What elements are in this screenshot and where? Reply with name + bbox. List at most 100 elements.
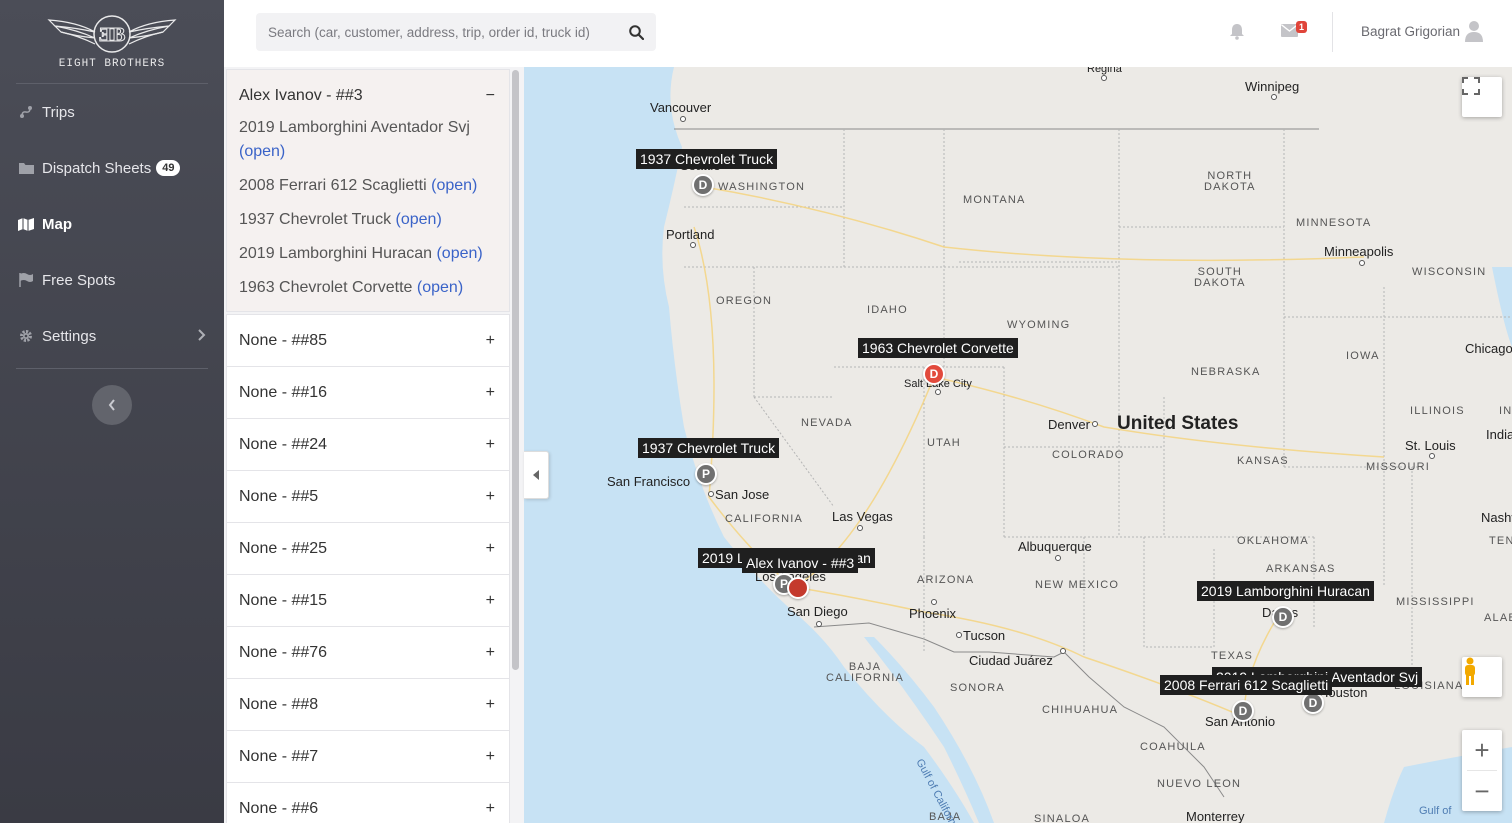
trip-group[interactable]: None - ##76 +: [226, 626, 510, 679]
sidebar-item-map[interactable]: Map: [0, 196, 224, 252]
trip-group[interactable]: None - ##8 +: [226, 678, 510, 731]
map-label: ARKANSAS: [1266, 563, 1336, 575]
city-label: San Jose: [715, 487, 770, 502]
expand-group-toggle[interactable]: +: [486, 488, 495, 506]
fullscreen-icon: [1462, 77, 1480, 95]
delivery-marker[interactable]: D: [1302, 692, 1324, 714]
open-car-link[interactable]: (open): [431, 177, 477, 194]
map-label: IOWA: [1346, 350, 1380, 362]
map-label: CHIHUAHUA: [1042, 704, 1119, 716]
car-item: 1937 Chevrolet Truck (open): [239, 211, 442, 228]
chevron-right-icon: [198, 328, 206, 344]
sidebar-item-dispatch-sheets[interactable]: Dispatch Sheets 49: [0, 140, 224, 196]
collapse-group-toggle[interactable]: −: [486, 87, 495, 105]
city-dot: [1101, 75, 1107, 81]
map-label: TENN: [1489, 535, 1512, 547]
map-label: KANSAS: [1237, 455, 1289, 467]
sidebar-item-free-spots[interactable]: Free Spots: [0, 252, 224, 308]
trip-group[interactable]: None - ##5 +: [226, 470, 510, 523]
expand-group-toggle[interactable]: +: [486, 644, 495, 662]
trip-group[interactable]: None - ##7 +: [226, 730, 510, 783]
map-label: ALAB: [1484, 612, 1512, 624]
map-tooltip: 1937 Chevrolet Truck: [636, 149, 778, 169]
city-label: Albuquerque: [1018, 539, 1092, 554]
delivery-marker[interactable]: D: [1272, 606, 1294, 628]
trip-group-title: None - ##24: [239, 435, 328, 453]
sidebar-item-trips[interactable]: Trips: [0, 84, 224, 140]
search-icon[interactable]: [616, 24, 656, 40]
expand-group-toggle[interactable]: +: [486, 592, 495, 610]
city-label: Minneapolis: [1324, 244, 1394, 259]
map-label: WYOMING: [1007, 319, 1071, 331]
fullscreen-button[interactable]: [1462, 77, 1502, 117]
city-dot: [680, 116, 686, 122]
search-input[interactable]: [256, 24, 616, 40]
map-label: COAHUILA: [1140, 741, 1206, 753]
bell-icon[interactable]: [1229, 23, 1245, 45]
expand-group-toggle[interactable]: +: [486, 540, 495, 558]
trip-group[interactable]: None - ##16 +: [226, 366, 510, 419]
car-item: 2019 Lamborghini Aventador Svj (open): [239, 119, 470, 160]
expand-group-toggle[interactable]: +: [486, 800, 495, 818]
street-view-button[interactable]: [1462, 657, 1502, 697]
sidebar: ƎB EIGHT BROTHERS Trips Dispatch Sheets …: [0, 0, 224, 823]
zoom-in-button[interactable]: +: [1462, 730, 1502, 770]
map-view[interactable]: WASHINGTON MONTANA NORTH DAKOTA MINNESOTA…: [524, 67, 1512, 823]
brand-logo[interactable]: ƎB EIGHT BROTHERS: [16, 0, 208, 84]
expand-group-toggle[interactable]: +: [486, 436, 495, 454]
city-label: San Francisco: [607, 474, 691, 489]
folder-icon: [18, 160, 34, 176]
expand-group-toggle[interactable]: +: [486, 696, 495, 714]
trip-group[interactable]: None - ##24 +: [226, 418, 510, 471]
city-dot: [931, 599, 937, 605]
open-car-link[interactable]: (open): [396, 211, 442, 228]
sidebar-item-label: Map: [42, 215, 72, 233]
trip-group-title: None - ##5: [239, 487, 319, 505]
trip-group-title: None - ##25: [239, 539, 328, 557]
city-dot: [956, 632, 962, 638]
driver-location-marker[interactable]: [787, 577, 809, 599]
map-label: OKLAHOMA: [1237, 535, 1309, 547]
map-label: UTAH: [927, 437, 961, 449]
map-label: SOUTH DAKOTA: [1194, 266, 1246, 289]
trip-group-header[interactable]: Alex Ivanov - ##3 −: [227, 70, 509, 121]
delivery-marker[interactable]: D: [1232, 700, 1254, 722]
pickup-marker[interactable]: P: [695, 463, 717, 485]
expand-group-toggle[interactable]: +: [486, 332, 495, 350]
sidebar-item-settings[interactable]: Settings: [0, 308, 224, 364]
trip-group[interactable]: None - ##25 +: [226, 522, 510, 575]
map-label: MISSOURI: [1366, 461, 1430, 473]
map-label: NUEVO LEON: [1157, 778, 1242, 790]
map-label: SINALOA: [1034, 813, 1091, 823]
delivery-marker[interactable]: D: [923, 363, 945, 385]
collapse-sidebar-button[interactable]: [92, 385, 132, 425]
user-name[interactable]: Bagrat Grigorian: [1361, 24, 1460, 39]
trip-group[interactable]: None - ##85 +: [226, 314, 510, 367]
open-car-link[interactable]: (open): [239, 143, 285, 160]
trips-panel: Alex Ivanov - ##3 − 2019 Lamborghini Ave…: [224, 67, 524, 823]
car-item: 2019 Lamborghini Huracan (open): [239, 245, 483, 262]
dispatch-count-badge: 49: [156, 160, 181, 176]
map-label: TEXAS: [1211, 650, 1254, 662]
expand-group-toggle[interactable]: +: [486, 384, 495, 402]
caret-left-icon: [533, 470, 539, 480]
panel-scrollbar[interactable]: [512, 70, 519, 670]
collapse-panel-button[interactable]: [524, 451, 549, 499]
user-avatar-icon[interactable]: [1464, 20, 1484, 47]
open-car-link[interactable]: (open): [417, 279, 463, 296]
delivery-marker[interactable]: D: [692, 174, 714, 196]
trip-group-title: None - ##76: [239, 643, 328, 661]
city-dot: [1359, 260, 1365, 266]
expand-group-toggle[interactable]: +: [486, 748, 495, 766]
trip-group[interactable]: None - ##15 +: [226, 574, 510, 627]
sidebar-item-label: Free Spots: [42, 271, 116, 289]
map-label: ARIZONA: [917, 574, 975, 586]
map-label: OREGON: [716, 295, 773, 307]
country-label: United States: [1117, 413, 1239, 434]
map-label: MINNESOTA: [1296, 217, 1372, 229]
map-icon: [18, 216, 34, 232]
trip-group[interactable]: None - ##6 +: [226, 782, 510, 823]
map-label: NEVADA: [801, 417, 853, 429]
open-car-link[interactable]: (open): [436, 245, 482, 262]
zoom-out-button[interactable]: −: [1462, 771, 1502, 811]
